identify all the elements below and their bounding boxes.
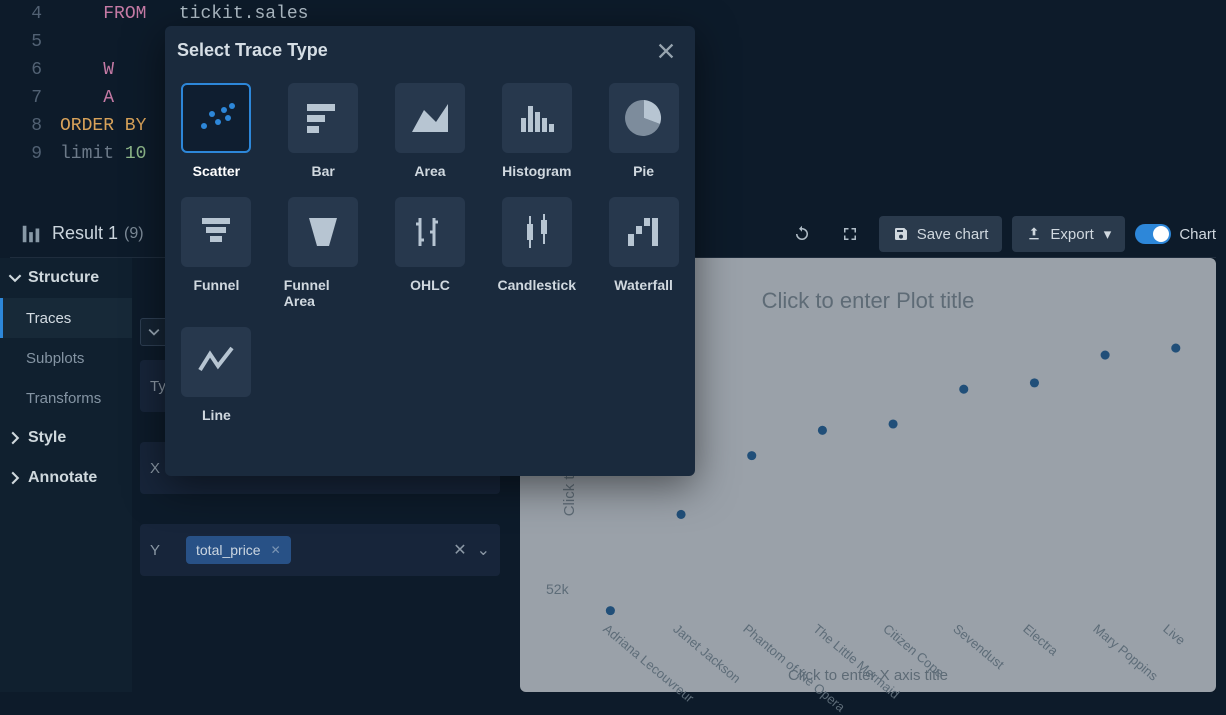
chevron-down-icon[interactable]: [140, 318, 168, 346]
result-icon: [20, 223, 42, 245]
trace-type-scatter[interactable]: Scatter: [177, 83, 256, 179]
bar-icon: [288, 83, 358, 153]
chart-toggle[interactable]: [1135, 224, 1171, 244]
trace-type-funnel[interactable]: Funnel: [177, 197, 256, 309]
clear-icon[interactable]: ✕: [453, 540, 466, 560]
trace-type-label: Waterfall: [614, 277, 673, 293]
save-chart-label: Save chart: [917, 226, 989, 243]
chevron-down-icon[interactable]: ⌄: [477, 540, 490, 560]
trace-type-label: Candlestick: [497, 277, 576, 293]
trace-type-label: Funnel Area: [284, 277, 363, 309]
sidebar-item-subplots[interactable]: Subplots: [0, 338, 132, 378]
export-button[interactable]: Export ▾: [1012, 216, 1125, 252]
trace-type-waterfall[interactable]: Waterfall: [604, 197, 683, 309]
trace-type-candlestick[interactable]: Candlestick: [497, 197, 576, 309]
remove-tag-icon[interactable]: ✕: [271, 543, 281, 557]
trace-type-ohlc[interactable]: OHLC: [391, 197, 470, 309]
candlestick-icon: [502, 197, 572, 267]
funnel-icon: [181, 197, 251, 267]
trace-type-modal: Select Trace Type Scatter Bar Area Histogra…: [165, 26, 695, 476]
trace-type-bar[interactable]: Bar: [284, 83, 363, 179]
x-tick: Live: [1160, 621, 1188, 648]
chart-toggle-label: Chart: [1179, 226, 1216, 243]
y-field-tag-text: total_price: [196, 542, 261, 558]
modal-title: Select Trace Type: [177, 40, 683, 61]
export-label: Export: [1050, 226, 1093, 243]
sidebar-item-traces[interactable]: Traces: [0, 298, 132, 338]
sidebar-section-style[interactable]: Style: [0, 418, 132, 458]
y-field-tag[interactable]: total_price ✕: [186, 536, 291, 564]
sidebar: StructureTracesSubplotsTransformsStyleAn…: [0, 258, 132, 692]
chevron-right-icon: [8, 431, 22, 445]
funnelarea-icon: [288, 197, 358, 267]
trace-type-label: OHLC: [410, 277, 450, 293]
sidebar-section-annotate[interactable]: Annotate: [0, 458, 132, 498]
y-row-controls: ✕ ⌄: [443, 540, 490, 560]
trace-type-histogram[interactable]: Histogram: [497, 83, 576, 179]
trace-type-label: Pie: [633, 163, 654, 179]
result-count: (9): [124, 225, 144, 243]
ohlc-icon: [395, 197, 465, 267]
y-tick: 52k: [546, 581, 569, 597]
trace-type-area[interactable]: Area: [391, 83, 470, 179]
trace-type-grid: Scatter Bar Area Histogram Pie Funnel Funnel A…: [177, 83, 683, 423]
sidebar-item-transforms[interactable]: Transforms: [0, 378, 132, 418]
trace-type-label: Line: [202, 407, 231, 423]
trace-type-funnelarea[interactable]: Funnel Area: [284, 197, 363, 309]
chevron-down-icon: ▾: [1104, 225, 1112, 243]
trace-type-label: Scatter: [193, 163, 240, 179]
trace-type-pie[interactable]: Pie: [604, 83, 683, 179]
trace-type-line[interactable]: Line: [177, 327, 256, 423]
scatter-icon: [181, 83, 251, 153]
chevron-down-icon: [8, 271, 22, 285]
expand-button[interactable]: [831, 216, 869, 252]
pie-icon: [609, 83, 679, 153]
histogram-icon: [502, 83, 572, 153]
line-icon: [181, 327, 251, 397]
y-axis-label: Y: [150, 542, 186, 559]
y-row[interactable]: Y total_price ✕ ✕ ⌄: [140, 524, 500, 576]
trace-type-label: Funnel: [193, 277, 239, 293]
chevron-right-icon: [8, 471, 22, 485]
area-icon: [395, 83, 465, 153]
trace-type-label: Histogram: [502, 163, 571, 179]
result-tab-label[interactable]: Result 1: [52, 223, 118, 244]
refresh-button[interactable]: [783, 216, 821, 252]
x-tick: Electra: [1020, 621, 1061, 659]
x-tick: Sevendust: [950, 621, 1007, 672]
trace-type-label: Bar: [312, 163, 335, 179]
close-button[interactable]: [655, 40, 681, 66]
trace-type-label: Area: [414, 163, 445, 179]
waterfall-icon: [609, 197, 679, 267]
sidebar-section-structure[interactable]: Structure: [0, 258, 132, 298]
save-chart-button[interactable]: Save chart: [879, 216, 1003, 252]
